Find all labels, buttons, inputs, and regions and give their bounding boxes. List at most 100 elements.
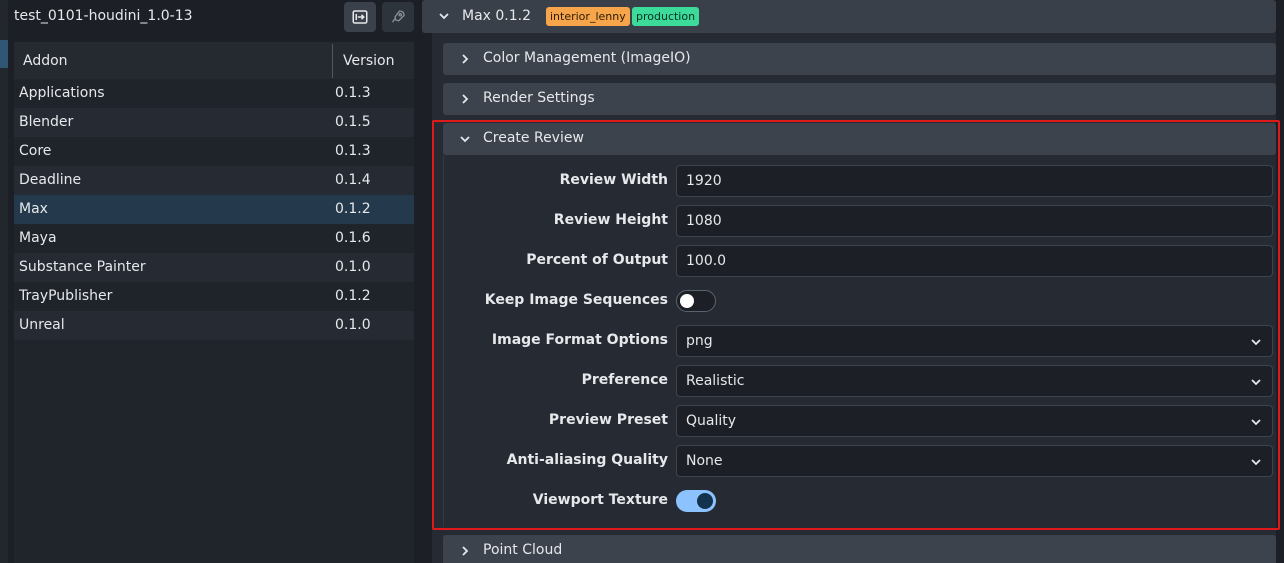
table-row[interactable]: Applications 0.1.3 (14, 79, 414, 108)
review-height-label: Review Height (553, 212, 668, 228)
image-format-label: Image Format Options (491, 332, 668, 348)
form-row-review-width: Review Width 1920 (444, 165, 1277, 197)
section-title: Point Cloud (483, 542, 563, 558)
table-row[interactable]: Core 0.1.3 (14, 137, 414, 166)
rocket-icon (392, 10, 405, 23)
anti-aliasing-select[interactable]: None (676, 445, 1273, 477)
table-row[interactable]: Deadline 0.1.4 (14, 166, 414, 195)
project-header: test_0101-houdini_1.0-13 (8, 0, 422, 34)
chevron-down-icon (1251, 339, 1261, 346)
addon-version: 0.1.0 (335, 317, 371, 333)
settings-window: test_0101-houdini_1.0-13 Addon Version A… (0, 0, 1284, 563)
addon-version: 0.1.3 (335, 85, 371, 101)
percent-output-value: 100.0 (686, 253, 727, 269)
anti-aliasing-label: Anti-aliasing Quality (506, 452, 668, 468)
addon-name: Deadline (19, 172, 82, 188)
right-scroll-gutter[interactable] (1276, 33, 1284, 563)
table-row[interactable]: TrayPublisher 0.1.2 (14, 282, 414, 311)
chevron-down-icon (1251, 459, 1261, 466)
login-icon (352, 10, 368, 24)
addon-name: Core (19, 143, 52, 159)
addon-version: 0.1.5 (335, 114, 371, 130)
project-title: test_0101-houdini_1.0-13 (14, 8, 193, 24)
login-button[interactable] (344, 2, 376, 32)
left-nav-active-marker (0, 40, 8, 68)
addon-name: Maya (19, 230, 57, 246)
table-row[interactable]: Maya 0.1.6 (14, 224, 414, 253)
addon-table-header: Addon Version (14, 42, 414, 79)
review-height-input[interactable]: 1080 (676, 205, 1273, 237)
launch-button[interactable] (382, 2, 414, 32)
table-row-selected[interactable]: Max 0.1.2 (14, 195, 414, 224)
project-badge: interior_lenny (546, 7, 630, 26)
image-format-value: png (686, 333, 713, 349)
chevron-down-icon (1251, 419, 1261, 426)
addon-name: Applications (19, 85, 105, 101)
table-row[interactable]: Substance Painter 0.1.0 (14, 253, 414, 282)
addon-header-title: Max 0.1.2 (462, 8, 532, 24)
addon-name: TrayPublisher (19, 288, 113, 304)
section-title: Color Management (ImageIO) (483, 50, 691, 66)
keep-sequences-label: Keep Image Sequences (484, 292, 668, 308)
addon-version: 0.1.2 (335, 288, 371, 304)
chevron-down-icon (460, 136, 470, 143)
preview-preset-value: Quality (686, 413, 737, 429)
column-header-addon[interactable]: Addon (23, 53, 68, 69)
toggle-knob (680, 294, 694, 308)
settings-content: Color Management (ImageIO) Render Settin… (432, 33, 1276, 563)
section-color-management[interactable]: Color Management (ImageIO) (443, 43, 1276, 75)
addon-header-bar[interactable]: Max 0.1.2 interior_lenny production (422, 0, 1276, 33)
preview-preset-select[interactable]: Quality (676, 405, 1273, 437)
create-review-form: Review Width 1920 Review Height 1080 Per… (443, 155, 1276, 527)
column-divider[interactable] (332, 44, 333, 78)
table-row[interactable]: Unreal 0.1.0 (14, 311, 414, 340)
chevron-right-icon (462, 546, 469, 556)
form-row-viewport-texture: Viewport Texture (444, 485, 1277, 517)
addon-name: Unreal (19, 317, 65, 333)
chevron-right-icon (462, 54, 469, 64)
form-row-anti-aliasing: Anti-aliasing Quality None (444, 445, 1277, 477)
chevron-down-icon (439, 13, 449, 20)
section-render-settings[interactable]: Render Settings (443, 83, 1276, 115)
left-nav-strip (0, 0, 8, 563)
percent-output-input[interactable]: 100.0 (676, 245, 1273, 277)
addon-settings-panel: Max 0.1.2 interior_lenny production Colo… (422, 0, 1284, 563)
viewport-texture-toggle[interactable] (676, 490, 716, 512)
addon-version: 0.1.2 (335, 201, 371, 217)
preview-preset-label: Preview Preset (548, 412, 668, 428)
section-point-cloud[interactable]: Point Cloud (443, 535, 1276, 563)
addon-version: 0.1.4 (335, 172, 371, 188)
table-row[interactable]: Blender 0.1.5 (14, 108, 414, 137)
form-row-keep-sequences: Keep Image Sequences (444, 285, 1277, 317)
review-height-value: 1080 (686, 213, 722, 229)
review-width-value: 1920 (686, 173, 722, 189)
addon-name: Blender (19, 114, 74, 130)
column-header-version[interactable]: Version (343, 53, 394, 69)
chevron-right-icon (462, 94, 469, 104)
addon-version: 0.1.0 (335, 259, 371, 275)
section-title: Render Settings (483, 90, 595, 106)
review-width-label: Review Width (559, 172, 668, 188)
keep-sequences-toggle[interactable] (676, 290, 716, 312)
form-row-image-format: Image Format Options png (444, 325, 1277, 357)
addon-list-panel: test_0101-houdini_1.0-13 Addon Version A… (8, 0, 422, 563)
variant-badge: production (632, 7, 700, 26)
form-row-percent-output: Percent of Output 100.0 (444, 245, 1277, 277)
addon-table-body: Applications 0.1.3 Blender 0.1.5 Core 0.… (14, 79, 414, 340)
preference-value: Realistic (686, 373, 745, 389)
addon-table: Addon Version Applications 0.1.3 Blender… (14, 42, 414, 563)
preference-label: Preference (581, 372, 668, 388)
addon-version: 0.1.3 (335, 143, 371, 159)
preference-select[interactable]: Realistic (676, 365, 1273, 397)
anti-aliasing-value: None (686, 453, 723, 469)
image-format-select[interactable]: png (676, 325, 1273, 357)
section-create-review[interactable]: Create Review (443, 123, 1276, 155)
form-row-preference: Preference Realistic (444, 365, 1277, 397)
section-title: Create Review (483, 130, 584, 146)
addon-version: 0.1.6 (335, 230, 371, 246)
addon-name: Max (19, 201, 48, 217)
viewport-texture-label: Viewport Texture (532, 492, 668, 508)
form-row-review-height: Review Height 1080 (444, 205, 1277, 237)
review-width-input[interactable]: 1920 (676, 165, 1273, 197)
addon-name: Substance Painter (19, 259, 146, 275)
